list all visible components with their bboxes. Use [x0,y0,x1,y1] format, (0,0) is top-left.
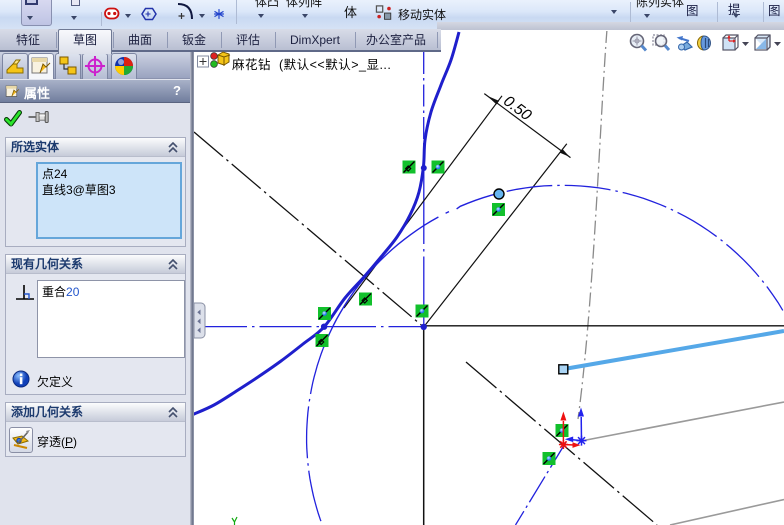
svg-text:0.50: 0.50 [500,93,535,125]
